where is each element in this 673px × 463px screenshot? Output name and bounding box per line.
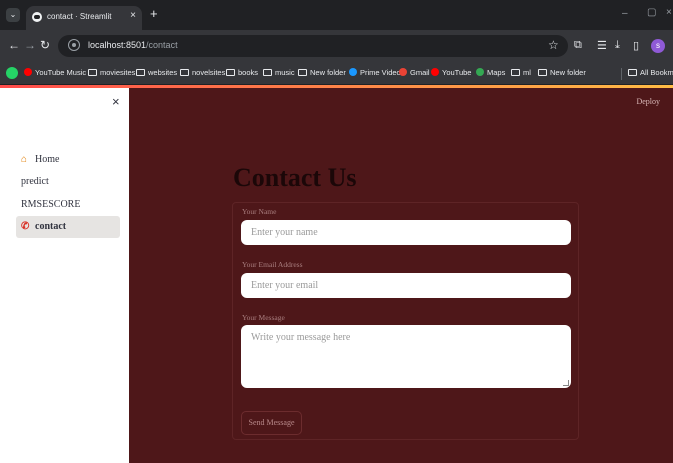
tab-search-icon[interactable]: ⌄ <box>6 8 20 22</box>
sidebar-item-label: contact <box>35 221 67 232</box>
message-label: Your Message <box>242 313 285 322</box>
folder-icon <box>628 69 637 76</box>
tab-search-toolbar-icon[interactable]: ☰ <box>597 39 607 52</box>
tab-title: contact · Streamlit <box>47 12 112 21</box>
bookmark-ml[interactable]: ml <box>511 68 531 77</box>
main-content: Deploy Contact Us Your Name Enter your n… <box>129 88 673 463</box>
name-input[interactable]: Enter your name <box>241 220 571 245</box>
browser-tab[interactable]: contact · Streamlit × <box>26 6 142 30</box>
name-placeholder: Enter your name <box>251 227 318 238</box>
maximize-icon[interactable]: ▢ <box>647 7 656 18</box>
youtube-music-icon <box>24 68 32 76</box>
new-tab-button[interactable]: + <box>150 6 158 21</box>
name-label: Your Name <box>242 207 277 216</box>
minimize-icon[interactable]: – <box>622 8 628 19</box>
sidebar-item-predict[interactable]: predict <box>16 171 120 193</box>
side-panel-icon[interactable]: ▯ <box>633 39 639 52</box>
folder-icon <box>136 69 145 76</box>
gmail-icon <box>399 68 407 76</box>
youtube-icon <box>431 68 439 76</box>
folder-icon <box>298 69 307 76</box>
profile-avatar[interactable]: s <box>651 39 665 53</box>
bookmark-moviesites[interactable]: moviesites <box>88 68 135 77</box>
bookmark-books[interactable]: books <box>226 68 258 77</box>
folder-icon <box>511 69 520 76</box>
bookmark-new-folder-2[interactable]: New folder <box>538 68 586 77</box>
site-info-icon[interactable] <box>68 39 80 51</box>
sidebar: × ⌂ Home predict RMSESCORE ✆ contact <box>0 88 129 463</box>
bookmark-websites[interactable]: websites <box>136 68 177 77</box>
back-arrow-icon[interactable]: ← <box>8 38 20 52</box>
maps-icon <box>476 68 484 76</box>
streamlit-favicon-icon <box>32 12 42 22</box>
close-window-icon[interactable]: × <box>666 7 672 18</box>
bookmarks-separator <box>621 68 622 80</box>
tab-close-icon[interactable]: × <box>130 10 136 21</box>
browser-tab-strip: ⌄ contact · Streamlit × + – ▢ × <box>0 0 673 30</box>
download-icon[interactable]: ⤓ <box>615 39 620 52</box>
forward-arrow-icon[interactable]: → <box>24 38 36 52</box>
resize-handle-icon[interactable] <box>563 380 569 386</box>
folder-icon <box>263 69 272 76</box>
email-label: Your Email Address <box>242 260 303 269</box>
close-sidebar-icon[interactable]: × <box>112 94 120 109</box>
folder-icon <box>538 69 547 76</box>
sidebar-item-contact[interactable]: ✆ contact <box>16 216 120 238</box>
bookmark-star-icon[interactable]: ☆ <box>548 38 559 52</box>
phone-icon: ✆ <box>21 221 30 232</box>
bookmark-maps[interactable]: Maps <box>476 68 505 77</box>
bookmark-youtube-music[interactable]: YouTube Music <box>24 68 86 77</box>
address-bar[interactable]: localhost:8501/contact ☆ <box>58 35 568 57</box>
folder-icon <box>88 69 97 76</box>
bookmark-youtube[interactable]: YouTube <box>431 68 471 77</box>
whatsapp-icon[interactable] <box>6 67 18 79</box>
sidebar-item-home[interactable]: ⌂ Home <box>16 149 120 171</box>
message-placeholder: Write your message here <box>251 332 351 343</box>
contact-form: Your Name Enter your name Your Email Add… <box>232 202 579 440</box>
bookmark-gmail[interactable]: Gmail <box>399 68 430 77</box>
sidebar-item-label: predict <box>21 176 49 187</box>
email-placeholder: Enter your email <box>251 280 319 291</box>
house-icon: ⌂ <box>21 154 28 165</box>
email-input[interactable]: Enter your email <box>241 273 571 298</box>
bookmark-prime-video[interactable]: Prime Video <box>349 68 401 77</box>
sidebar-item-label: Home <box>35 154 60 165</box>
bookmark-novelsites[interactable]: novelsites <box>180 68 225 77</box>
browser-toolbar: ← → ↻ localhost:8501/contact ☆ ⧉ ☰ ⤓ ▯ s <box>0 30 673 63</box>
bookmark-music[interactable]: music <box>263 68 295 77</box>
url-text: localhost:8501/contact <box>88 40 178 50</box>
bookmark-new-folder[interactable]: New folder <box>298 68 346 77</box>
deploy-button[interactable]: Deploy <box>636 97 660 106</box>
bookmarks-bar: YouTube Music moviesites websites novels… <box>0 63 673 85</box>
page-title: Contact Us <box>233 163 357 192</box>
extensions-icon[interactable]: ⧉ <box>574 39 582 52</box>
sidebar-item-label: RMSESCORE <box>21 199 81 210</box>
send-message-button[interactable]: Send Message <box>241 411 302 435</box>
message-textarea[interactable]: Write your message here <box>241 325 571 388</box>
reload-icon[interactable]: ↻ <box>40 38 50 52</box>
bookmark-all-bookmarks[interactable]: All Bookmarks <box>628 68 673 77</box>
sidebar-item-rmsescore[interactable]: RMSESCORE <box>16 194 120 216</box>
folder-icon <box>226 69 235 76</box>
prime-video-icon <box>349 68 357 76</box>
folder-icon <box>180 69 189 76</box>
